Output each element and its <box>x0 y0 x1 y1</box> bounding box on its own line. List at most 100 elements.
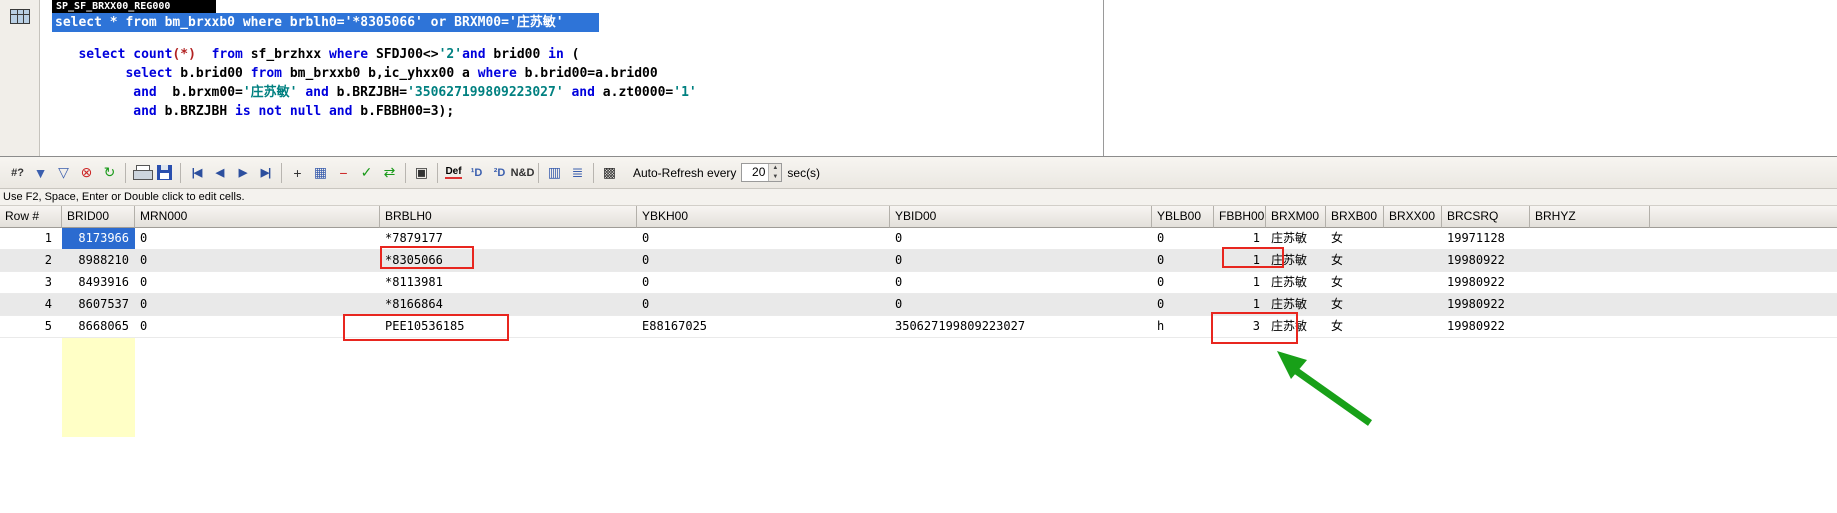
first-record-icon[interactable]: |◀ <box>185 162 208 184</box>
table-grid-icon[interactable] <box>9 9 30 24</box>
child-window-title[interactable]: SP_SF_BRXX00_REG000 <box>52 0 216 13</box>
delete-record-icon[interactable]: − <box>332 162 355 184</box>
cell-yblb00[interactable]: 0 <box>1152 272 1214 293</box>
table-row[interactable]: 2 8988210 0 *8305066 0 0 0 1 庄苏敏 女 19980… <box>0 250 1837 272</box>
cell-brxx00[interactable] <box>1384 250 1442 271</box>
cell-brcsrq[interactable]: 19980922 <box>1442 272 1530 293</box>
cell-ybid00[interactable]: 0 <box>890 272 1152 293</box>
refresh-grid-icon[interactable]: ⇄ <box>378 162 401 184</box>
table-row[interactable]: 3 8493916 0 *8113981 0 0 0 1 庄苏敏 女 19980… <box>0 272 1837 294</box>
cell-brxb00[interactable]: 女 <box>1326 316 1384 337</box>
cell-ybkh00[interactable]: 0 <box>637 294 890 315</box>
header-brxm00[interactable]: BRXM00 <box>1266 206 1326 228</box>
spinner-up-icon[interactable]: ▲ <box>769 164 782 173</box>
table-row[interactable]: 1 8173966 0 *7879177 0 0 0 1 庄苏敏 女 19971… <box>0 228 1837 250</box>
cell-ybid00[interactable]: 0 <box>890 250 1152 271</box>
post-edits-icon[interactable]: ✓ <box>355 162 378 184</box>
cell-brxb00[interactable]: 女 <box>1326 228 1384 249</box>
header-fbbh00[interactable]: FBBH00 <box>1214 206 1266 228</box>
cell-brxx00[interactable] <box>1384 228 1442 249</box>
cell-brcsrq[interactable]: 19980922 <box>1442 316 1530 337</box>
header-row-number[interactable]: Row # <box>0 206 62 228</box>
cancel-query-icon[interactable]: ⊗ <box>75 162 98 184</box>
cell-yblb00[interactable]: 0 <box>1152 294 1214 315</box>
next-record-icon[interactable]: ▶ <box>231 162 254 184</box>
cell-brxb00[interactable]: 女 <box>1326 294 1384 315</box>
cell-brxx00[interactable] <box>1384 272 1442 293</box>
auto-refresh-interval-input[interactable]: 20 ▲ ▼ <box>741 163 783 182</box>
cell-brblh0[interactable]: *8113981 <box>380 272 637 293</box>
clear-filter-icon[interactable]: ▽ <box>52 162 75 184</box>
header-ybkh00[interactable]: YBKH00 <box>637 206 890 228</box>
prior-record-icon[interactable]: ◀ <box>208 162 231 184</box>
cell-ybid00[interactable]: 350627199809223027 <box>890 316 1152 337</box>
header-brcsrq[interactable]: BRCSRQ <box>1442 206 1530 228</box>
cell-fbbh00[interactable]: 1 <box>1214 272 1266 293</box>
cell-brxb00[interactable]: 女 <box>1326 250 1384 271</box>
row-count-icon[interactable]: #? <box>6 162 29 184</box>
cell-yblb00[interactable]: 0 <box>1152 250 1214 271</box>
cell-brcsrq[interactable]: 19980922 <box>1442 250 1530 271</box>
cell-fbbh00[interactable]: 1 <box>1214 228 1266 249</box>
sql-selected-line[interactable]: select * from bm_brxxb0 where brblh0='*8… <box>52 13 599 32</box>
cell-ybkh00[interactable]: 0 <box>637 250 890 271</box>
cell-brxb00[interactable]: 女 <box>1326 272 1384 293</box>
cell-brxx00[interactable] <box>1384 294 1442 315</box>
row-number-cell[interactable]: 5 <box>0 316 62 337</box>
cell-brid00[interactable]: 8173966 <box>62 228 135 249</box>
header-mrn000[interactable]: MRN000 <box>135 206 380 228</box>
cell-brid00[interactable]: 8607537 <box>62 294 135 315</box>
date-time-format-icon[interactable]: N&D <box>511 162 535 184</box>
numeric-format-icon[interactable]: ²D <box>488 162 511 184</box>
grid-view-icon[interactable]: ▥ <box>543 162 566 184</box>
cell-mrn000[interactable]: 0 <box>135 228 380 249</box>
cell-mrn000[interactable]: 0 <box>135 272 380 293</box>
interval-value[interactable]: 20 <box>742 164 768 181</box>
cell-ybkh00[interactable]: E88167025 <box>637 316 890 337</box>
cell-mrn000[interactable]: 0 <box>135 294 380 315</box>
header-brxx00[interactable]: BRXX00 <box>1384 206 1442 228</box>
cell-mrn000[interactable]: 0 <box>135 250 380 271</box>
cell-brhyz[interactable] <box>1530 272 1650 293</box>
sql-editor-pane[interactable]: SP_SF_BRXX00_REG000 select * from bm_brx… <box>0 0 1837 157</box>
cell-brhyz[interactable] <box>1530 250 1650 271</box>
default-format-icon[interactable]: Def <box>442 162 465 184</box>
insert-record-icon[interactable]: ▦ <box>309 162 332 184</box>
row-number-cell[interactable]: 4 <box>0 294 62 315</box>
cell-brxx00[interactable] <box>1384 316 1442 337</box>
row-number-cell[interactable]: 1 <box>0 228 62 249</box>
grid-options-icon[interactable]: ▩ <box>598 162 621 184</box>
cell-yblb00[interactable]: h <box>1152 316 1214 337</box>
spinner-down-icon[interactable]: ▼ <box>769 172 782 181</box>
refresh-icon[interactable]: ↻ <box>98 162 121 184</box>
header-brid00[interactable]: BRID00 <box>62 206 135 228</box>
print-icon[interactable] <box>130 162 153 184</box>
cell-brhyz[interactable] <box>1530 294 1650 315</box>
cell-ybid00[interactable]: 0 <box>890 294 1152 315</box>
date-format-icon[interactable]: ¹D <box>465 162 488 184</box>
editor-splitter[interactable] <box>1103 0 1104 156</box>
header-brblh0[interactable]: BRBLH0 <box>380 206 637 228</box>
cell-brhyz[interactable] <box>1530 316 1650 337</box>
cell-ybkh00[interactable]: 0 <box>637 228 890 249</box>
cell-brid00[interactable]: 8668065 <box>62 316 135 337</box>
table-row[interactable]: 4 8607537 0 *8166864 0 0 0 1 庄苏敏 女 19980… <box>0 294 1837 316</box>
cell-brid00[interactable]: 8988210 <box>62 250 135 271</box>
cell-brxm00[interactable]: 庄苏敏 <box>1266 272 1326 293</box>
cell-brcsrq[interactable]: 19971128 <box>1442 228 1530 249</box>
header-yblb00[interactable]: YBLB00 <box>1152 206 1214 228</box>
row-number-cell[interactable]: 3 <box>0 272 62 293</box>
table-row[interactable]: 5 8668065 0 PEE10536185 E88167025 350627… <box>0 316 1837 338</box>
header-ybid00[interactable]: YBID00 <box>890 206 1152 228</box>
cell-yblb00[interactable]: 0 <box>1152 228 1214 249</box>
cell-ybkh00[interactable]: 0 <box>637 272 890 293</box>
record-view-icon[interactable]: ≣ <box>566 162 589 184</box>
save-icon[interactable] <box>153 162 176 184</box>
filter-icon[interactable]: ▼ <box>29 162 52 184</box>
header-brxb00[interactable]: BRXB00 <box>1326 206 1384 228</box>
cell-brxm00[interactable]: 庄苏敏 <box>1266 228 1326 249</box>
last-record-icon[interactable]: ▶| <box>254 162 277 184</box>
sql-code[interactable]: select count(*) from sf_brzhxx where SFD… <box>55 32 696 121</box>
cell-ybid00[interactable]: 0 <box>890 228 1152 249</box>
header-brhyz[interactable]: BRHYZ <box>1530 206 1650 228</box>
